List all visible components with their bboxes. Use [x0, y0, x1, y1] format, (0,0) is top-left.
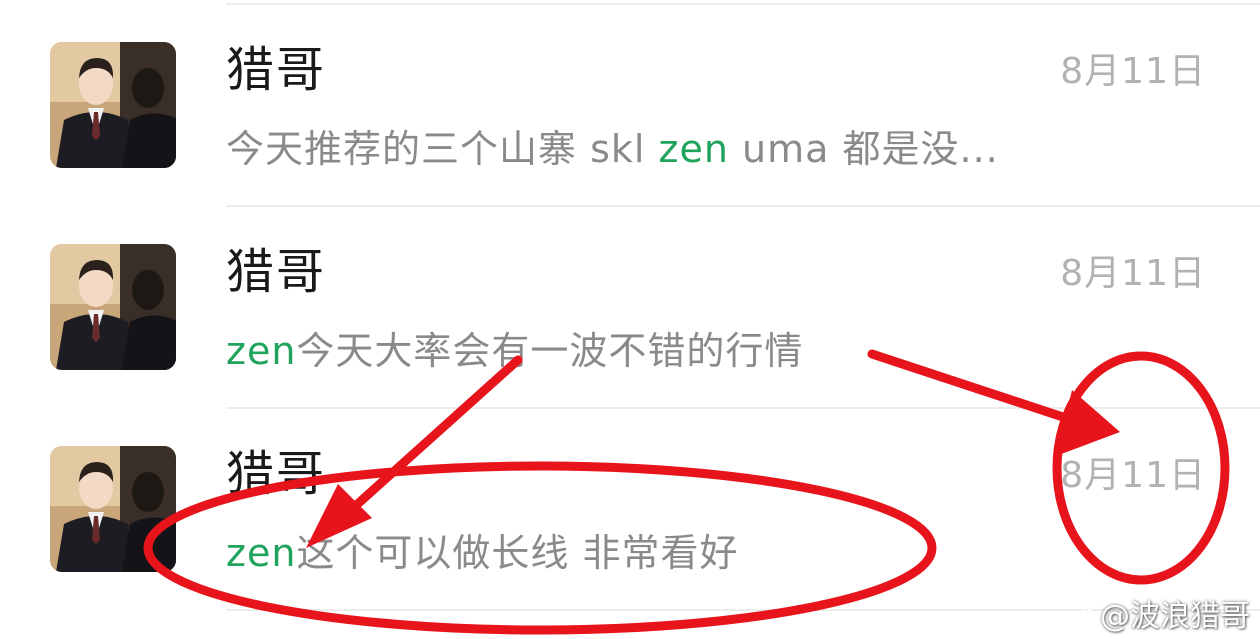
preview-highlight: zen — [226, 531, 297, 575]
watermark-text: @波浪猎哥 — [1100, 599, 1250, 634]
watermark: @波浪猎哥 — [1058, 599, 1250, 635]
preview-highlight: zen — [658, 127, 729, 171]
chat-list-screen: 猎哥 8月11日 今天推荐的三个山寨 skl zen uma 都是没... 猎哥… — [0, 0, 1260, 639]
preview-text: uma 都是没... — [728, 127, 999, 171]
chat-preview: 今天推荐的三个山寨 skl zen uma 都是没... — [226, 122, 999, 176]
preview-text: 这个可以做长线 非常看好 — [296, 531, 739, 575]
avatar[interactable] — [50, 244, 176, 370]
chat-item[interactable]: 猎哥 8月11日 zen今天大率会有一波不错的行情 — [0, 202, 1260, 404]
chat-preview: zen今天大率会有一波不错的行情 — [226, 324, 803, 378]
chat-item[interactable]: 猎哥 8月11日 今天推荐的三个山寨 skl zen uma 都是没... — [0, 0, 1260, 202]
chat-name: 猎哥 — [226, 244, 327, 300]
preview-text: 今天推荐的三个山寨 skl — [226, 127, 659, 171]
chat-time: 8月11日 — [1060, 455, 1206, 496]
avatar[interactable] — [50, 42, 176, 168]
preview-text: 今天大率会有一波不错的行情 — [296, 329, 804, 373]
chat-time: 8月11日 — [1060, 51, 1206, 92]
chat-name: 猎哥 — [226, 42, 327, 98]
chat-item[interactable]: 猎哥 8月11日 zen这个可以做长线 非常看好 — [0, 404, 1260, 606]
chat-name: 猎哥 — [226, 446, 327, 502]
avatar[interactable] — [50, 446, 176, 572]
preview-highlight: zen — [226, 329, 297, 373]
chat-time: 8月11日 — [1060, 253, 1206, 294]
weibo-icon — [1058, 604, 1093, 632]
chat-preview: zen这个可以做长线 非常看好 — [226, 526, 739, 580]
